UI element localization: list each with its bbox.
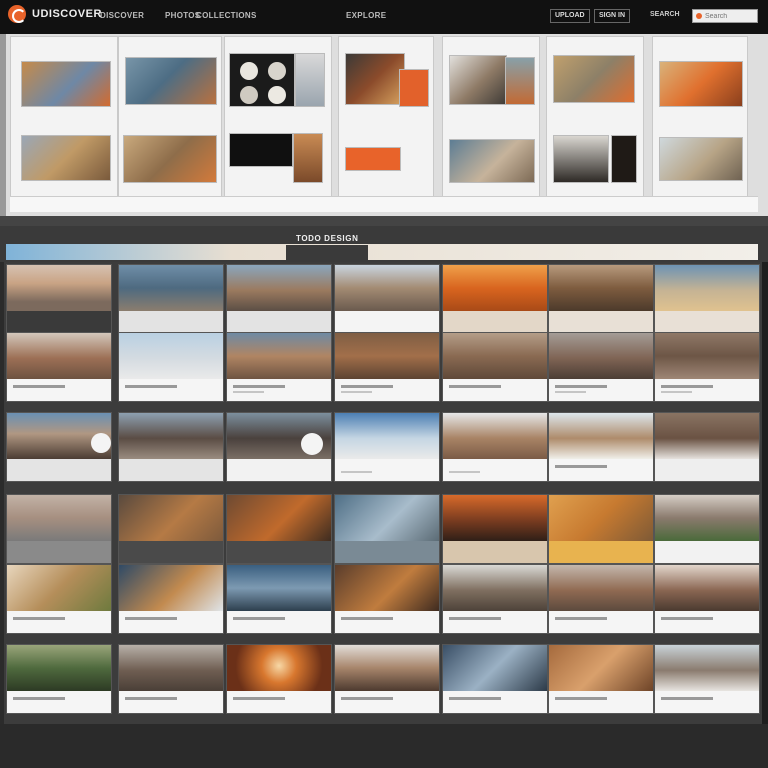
circle-item: [268, 86, 286, 104]
search-icon: [696, 13, 702, 19]
upper-panel[interactable]: [546, 36, 644, 212]
thumb-image[interactable]: [125, 57, 217, 105]
photo-card[interactable]: [548, 564, 654, 634]
upper-left-edge: [0, 34, 6, 216]
photo-card[interactable]: [226, 412, 332, 482]
photo-card[interactable]: [548, 644, 654, 714]
photo-card[interactable]: [654, 264, 760, 334]
photo-card[interactable]: [334, 644, 440, 714]
photo-card[interactable]: [226, 644, 332, 714]
photo-card[interactable]: [442, 332, 548, 402]
circle-item: [240, 86, 258, 104]
photo-card[interactable]: [226, 332, 332, 402]
thumb-image[interactable]: [505, 57, 535, 105]
nav-discover[interactable]: DISCOVER: [100, 11, 144, 20]
upper-panel[interactable]: [652, 36, 748, 212]
thumb-image[interactable]: [229, 133, 293, 167]
play-icon[interactable]: [301, 433, 323, 455]
nav-collections[interactable]: COLLECTIONS: [196, 11, 257, 20]
thumb-image[interactable]: [293, 133, 323, 183]
photo-card[interactable]: [118, 264, 224, 334]
photo-card[interactable]: [6, 332, 112, 402]
photo-card[interactable]: [226, 264, 332, 334]
photo-card[interactable]: [6, 412, 112, 482]
thumb-image[interactable]: [123, 135, 217, 183]
thumb-image[interactable]: [21, 135, 111, 181]
upper-panel[interactable]: [338, 36, 434, 212]
photo-card[interactable]: [654, 644, 760, 714]
thumb-image[interactable]: [611, 135, 637, 183]
upper-panel[interactable]: [224, 36, 332, 212]
photo-card[interactable]: [226, 564, 332, 634]
section-title: TODO DESIGN: [296, 234, 359, 243]
upper-strip: [10, 196, 758, 212]
section-banner: [6, 244, 758, 260]
upper-panel[interactable]: [10, 36, 118, 212]
thumb-image[interactable]: [659, 61, 743, 107]
photo-card[interactable]: [442, 264, 548, 334]
footer: [0, 724, 768, 768]
thumb-image[interactable]: [229, 53, 295, 107]
circle-item: [268, 62, 286, 80]
search-label: SEARCH: [650, 11, 680, 18]
thumb-image[interactable]: [345, 53, 405, 105]
photo-card[interactable]: [6, 494, 112, 564]
upper-panel[interactable]: [118, 36, 222, 212]
photo-card[interactable]: [118, 644, 224, 714]
photo-card[interactable]: [118, 564, 224, 634]
circle-item: [240, 62, 258, 80]
upper-panel[interactable]: [442, 36, 540, 212]
thumb-image[interactable]: [449, 55, 507, 105]
thumb-image[interactable]: [21, 61, 111, 107]
photo-card[interactable]: [334, 264, 440, 334]
photo-card[interactable]: [226, 494, 332, 564]
photo-card[interactable]: [118, 332, 224, 402]
scrollbar[interactable]: [762, 262, 768, 724]
photo-card[interactable]: [654, 412, 760, 482]
app-title: UDISCOVER: [32, 7, 102, 20]
nav-explore[interactable]: EXPLORE: [346, 11, 386, 20]
divider: [0, 216, 768, 226]
photo-card[interactable]: [6, 564, 112, 634]
play-icon[interactable]: [91, 433, 111, 453]
photo-card[interactable]: [442, 564, 548, 634]
section-tab[interactable]: [286, 245, 368, 260]
photo-card[interactable]: [654, 564, 760, 634]
photo-card[interactable]: [548, 412, 654, 482]
photo-card[interactable]: [334, 564, 440, 634]
thumb-image[interactable]: [295, 53, 325, 107]
logo[interactable]: UDISCOVER: [8, 5, 102, 23]
photo-card[interactable]: [548, 264, 654, 334]
photo-card[interactable]: [334, 332, 440, 402]
photo-card[interactable]: [442, 644, 548, 714]
thumb-image[interactable]: [399, 69, 429, 107]
thumb-image[interactable]: [553, 135, 609, 183]
photo-card[interactable]: [654, 494, 760, 564]
photo-card[interactable]: [334, 412, 440, 482]
photo-card[interactable]: [548, 494, 654, 564]
logo-icon: [8, 5, 26, 23]
photo-card[interactable]: [6, 644, 112, 714]
photo-card[interactable]: [334, 494, 440, 564]
thumb-image[interactable]: [449, 139, 535, 183]
photo-card[interactable]: [118, 494, 224, 564]
photo-card[interactable]: [442, 412, 548, 482]
photo-card[interactable]: [118, 412, 224, 482]
photo-card[interactable]: [6, 264, 112, 334]
sign-in-button[interactable]: SIGN IN: [594, 9, 631, 23]
photo-card[interactable]: [548, 332, 654, 402]
photo-card[interactable]: [442, 494, 548, 564]
thumb-image[interactable]: [553, 55, 635, 103]
upload-button[interactable]: UPLOAD: [550, 9, 590, 23]
thumb-image[interactable]: [345, 147, 401, 171]
thumb-image[interactable]: [659, 137, 743, 181]
photo-card[interactable]: [654, 332, 760, 402]
